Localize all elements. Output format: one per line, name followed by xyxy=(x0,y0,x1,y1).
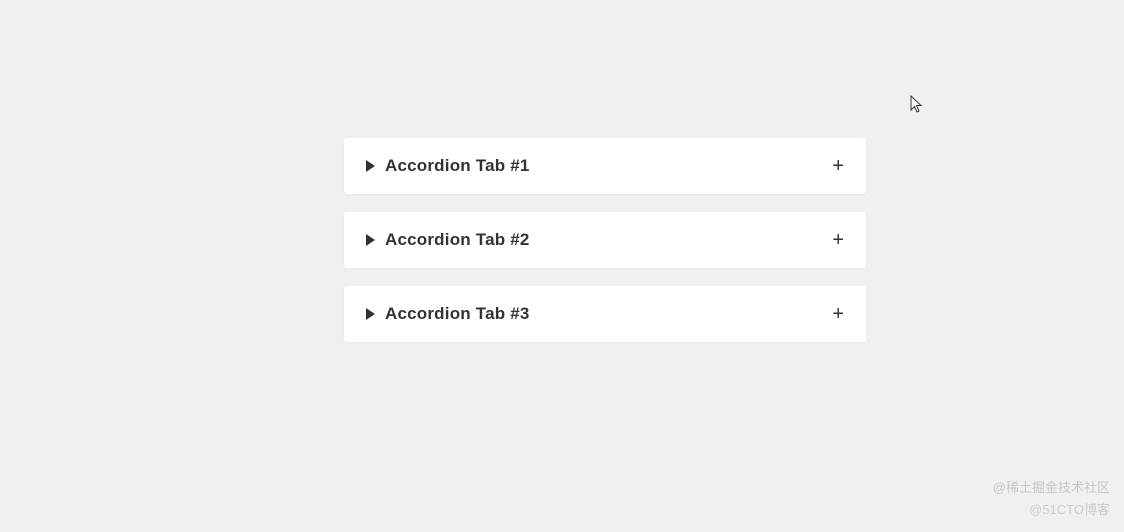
accordion-tab-3[interactable]: Accordion Tab #3 + xyxy=(344,286,866,342)
plus-icon: + xyxy=(832,304,844,324)
accordion-tab-1[interactable]: Accordion Tab #1 + xyxy=(344,138,866,194)
triangle-right-icon xyxy=(366,160,375,172)
watermark-text: @稀土掘金技术社区 xyxy=(993,477,1110,496)
accordion-header-left: Accordion Tab #1 xyxy=(366,156,530,176)
triangle-right-icon xyxy=(366,234,375,246)
watermark-text: @51CTO博客 xyxy=(1029,499,1110,518)
accordion-tab-2[interactable]: Accordion Tab #2 + xyxy=(344,212,866,268)
plus-icon: + xyxy=(832,156,844,176)
accordion-container: Accordion Tab #1 + Accordion Tab #2 + Ac… xyxy=(344,138,866,360)
accordion-header-left: Accordion Tab #2 xyxy=(366,230,530,250)
accordion-header-left: Accordion Tab #3 xyxy=(366,304,530,324)
plus-icon: + xyxy=(832,230,844,250)
accordion-title: Accordion Tab #2 xyxy=(385,230,530,250)
accordion-title: Accordion Tab #3 xyxy=(385,304,530,324)
accordion-title: Accordion Tab #1 xyxy=(385,156,530,176)
cursor-icon xyxy=(910,95,926,115)
triangle-right-icon xyxy=(366,308,375,320)
